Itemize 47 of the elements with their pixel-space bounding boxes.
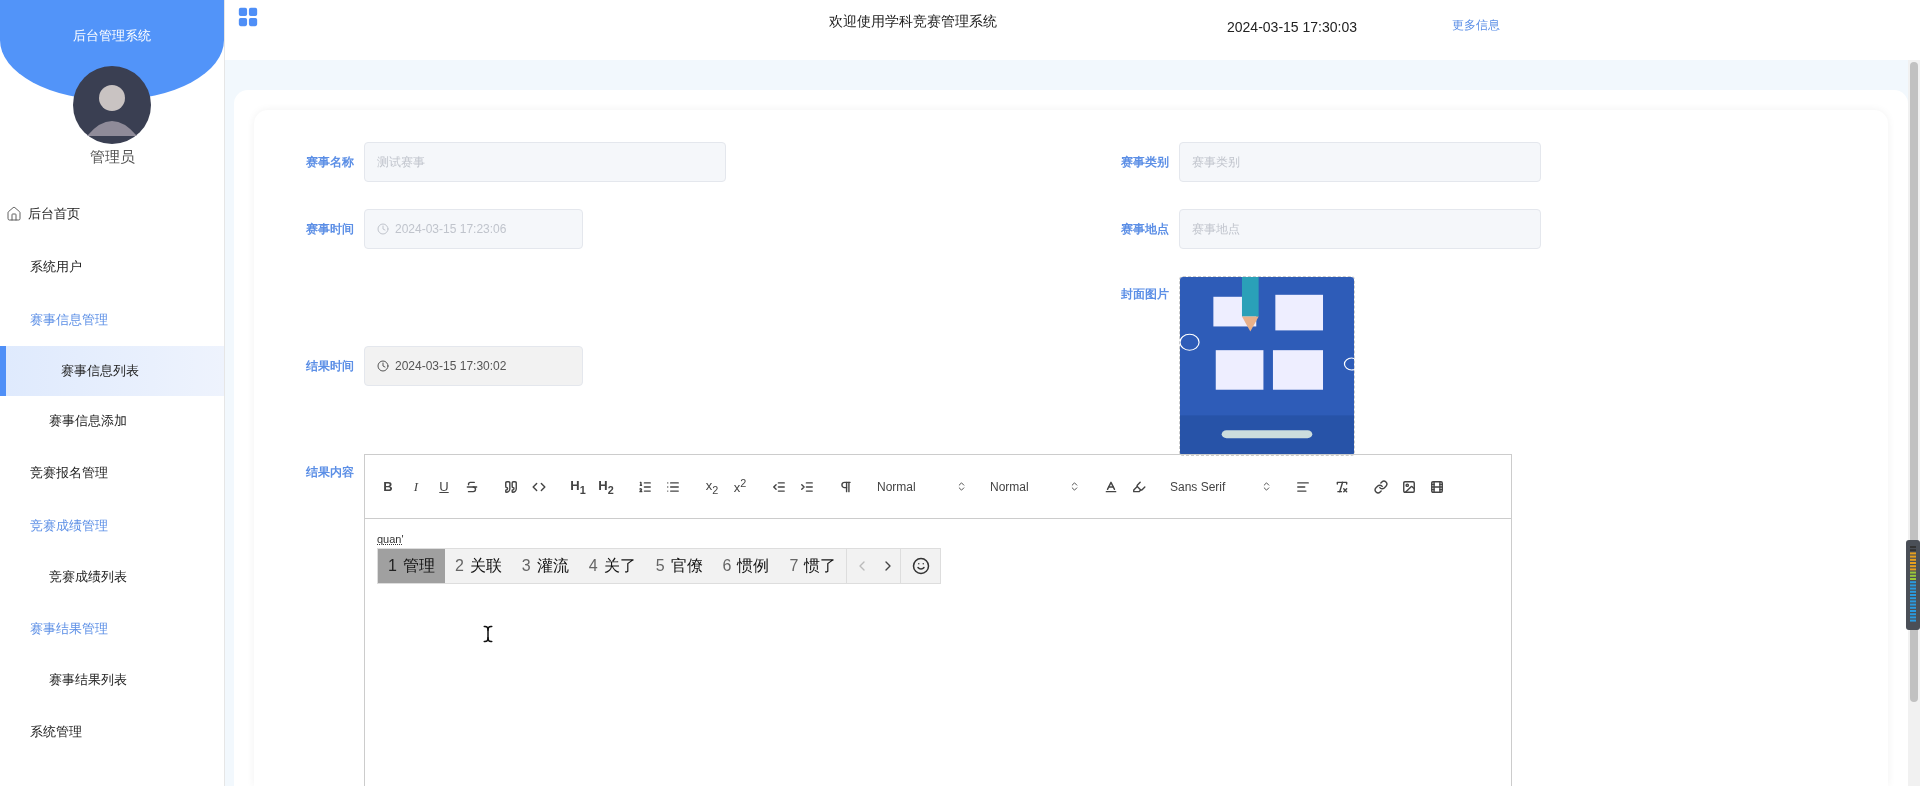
format-button[interactable]: I [404, 474, 428, 499]
submenu-item[interactable]: 赛事信息添加 [0, 396, 224, 446]
editor-area[interactable]: quan' 1 管理 2 关联 3 灌流 4 关了 5 官僚 6 惯例 7 惯了 [365, 519, 1511, 786]
up-down-caret-icon [956, 481, 967, 492]
user-name: 管理员 [89, 148, 135, 167]
sidebar-title: 后台管理系统 [73, 27, 151, 43]
date-time: 2024-03-15 17:30:03 [1227, 19, 1357, 35]
dropdown[interactable]: Sans Serif [1166, 474, 1276, 499]
date-time-field[interactable]: 2024-03-15 17:30:02 [364, 346, 583, 386]
candidate[interactable]: 5 官僚 [645, 549, 713, 583]
dropdown[interactable]: Normal [873, 474, 971, 499]
submenu-item[interactable]: 赛事结果列表 [0, 655, 224, 705]
candidate[interactable]: 2 关联 [444, 549, 512, 583]
up-down-caret-icon [1261, 481, 1272, 492]
submenu-item[interactable]: 赛事信息列表 [0, 346, 224, 396]
smiley-icon [911, 557, 930, 575]
menu-item[interactable]: 系统用户 [0, 240, 224, 293]
format-button[interactable]: U [432, 474, 456, 499]
submenu-item[interactable]: 竞赛成绩列表 [0, 552, 224, 602]
clock-icon [377, 223, 389, 235]
up-down-caret-icon [1069, 481, 1080, 492]
field-label: 结果内容 [305, 464, 354, 481]
candidate[interactable]: 3 灌流 [511, 549, 579, 583]
field-label: 赛事时间 [305, 220, 354, 238]
field-label: 封面图片 [1120, 286, 1169, 303]
field-label: 结果时间 [305, 357, 354, 375]
dropdown[interactable]: Normal [986, 474, 1084, 499]
field-label: 赛事名称 [305, 153, 354, 171]
typed-text: quan' [377, 533, 404, 545]
grid-menu-icon[interactable] [237, 6, 259, 28]
candidate[interactable]: 6 惯例 [712, 549, 780, 583]
menu-item[interactable]: 后台首页 [0, 187, 224, 240]
candidate[interactable]: 1 管理 [378, 549, 445, 583]
clock-icon [377, 360, 389, 372]
format-button[interactable]: B [376, 474, 400, 499]
format-button[interactable]: H$_{1}$ [566, 474, 590, 499]
page-title: 欢迎使用学科竞赛管理系统 [829, 13, 997, 31]
candidate[interactable]: 7 惯了 [779, 549, 847, 583]
format-button[interactable]: x$_{2}$ [700, 474, 724, 499]
candidate[interactable]: 4 关了 [578, 549, 646, 583]
menu-item[interactable]: 系统管理 [0, 705, 224, 758]
home-icon [6, 205, 22, 222]
field-label: 赛事类别 [1120, 153, 1169, 171]
field-label: 赛事地点 [1120, 220, 1169, 238]
format-button[interactable]: H$_{2}$ [594, 474, 618, 499]
menu-item[interactable]: 竞赛报名管理 [0, 446, 224, 499]
format-button[interactable]: x$^{2}$ [728, 474, 752, 499]
